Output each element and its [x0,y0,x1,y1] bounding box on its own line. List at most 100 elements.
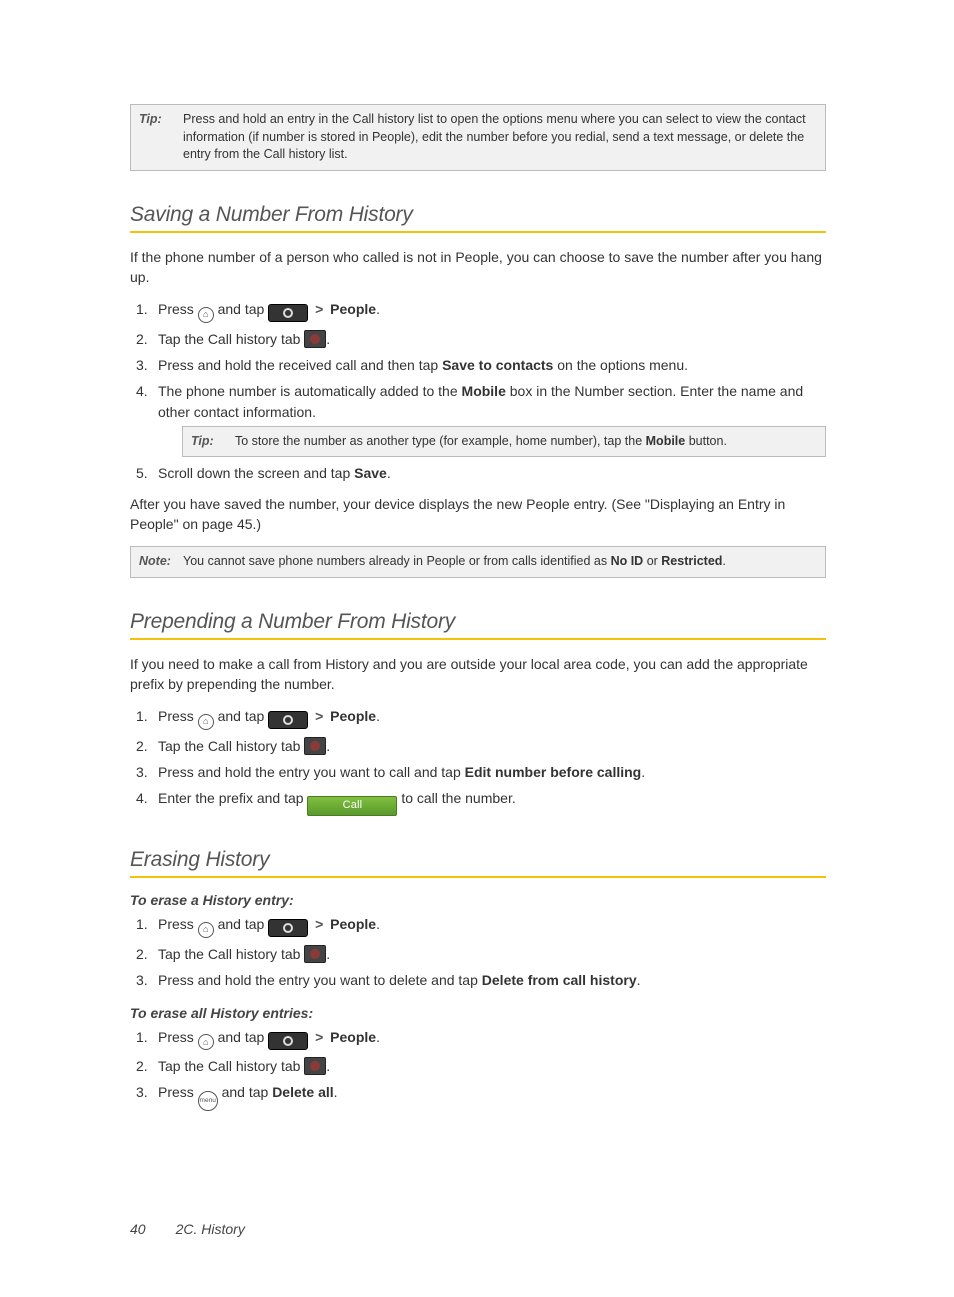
step-text: Press [158,1084,198,1100]
chevron-right-icon: > [312,301,326,317]
step-text: to call the number. [401,790,515,806]
step-text: Press and hold the entry you want to del… [158,972,482,988]
step-text: and tap [218,708,269,724]
step-text: Tap the Call history tab [158,946,304,962]
step-text: . [376,1029,380,1045]
step-text: and tap [218,1029,269,1045]
home-icon: ⌂ [198,922,214,938]
tip-text-part: button. [685,434,727,448]
people-label: People [330,708,376,724]
step-text: . [326,331,330,347]
step-text: and tap [218,301,269,317]
intro-paragraph: If the phone number of a person who call… [130,247,826,288]
button-label: Save [354,465,387,481]
step-item: Press and hold the entry you want to del… [134,970,826,990]
menu-icon: menu [198,1091,218,1111]
step-item: Press and hold the entry you want to cal… [134,762,826,782]
section-title-prepending: Prepending a Number From History [130,610,826,634]
step-item: Press and hold the received call and the… [134,355,826,375]
tip-label: Tip: [191,433,227,451]
steps-list: Press ⌂ and tap > People. Tap the Call h… [130,914,826,990]
app-key-icon [268,1032,308,1050]
step-text: and tap [218,916,269,932]
button-label: Mobile [646,434,686,448]
subheading-erase-all: To erase all History entries: [130,1005,826,1021]
step-item: Tap the Call history tab . [134,944,826,964]
chevron-right-icon: > [312,708,326,724]
people-label: People [330,301,376,317]
call-history-tab-icon [304,945,326,963]
note-term: Restricted [661,554,722,568]
step-item: Scroll down the screen and tap Save. [134,463,826,483]
step-text: Tap the Call history tab [158,1058,304,1074]
note-text-part: You cannot save phone numbers already in… [183,554,611,568]
step-item: Press menu and tap Delete all. [134,1082,826,1111]
note-label: Note: [139,553,175,571]
app-key-icon [268,711,308,729]
tip-text: Press and hold an entry in the Call hist… [183,111,817,164]
step-text: Press and hold the received call and the… [158,357,442,373]
step-text: on the options menu. [553,357,688,373]
home-icon: ⌂ [198,1034,214,1050]
step-item: Tap the Call history tab . [134,736,826,756]
section-title-erasing: Erasing History [130,848,826,872]
step-item: Press ⌂ and tap > People. [134,914,826,938]
step-text: . [637,972,641,988]
step-text: . [376,916,380,932]
people-label: People [330,1029,376,1045]
note-box: Note: You cannot save phone numbers alre… [130,546,826,578]
step-text: Enter the prefix and tap [158,790,307,806]
step-item: Tap the Call history tab . [134,329,826,349]
section-rule [130,231,826,233]
step-text: The phone number is automatically added … [158,383,462,399]
step-text: . [376,301,380,317]
note-text-part: . [722,554,725,568]
people-label: People [330,916,376,932]
note-text: You cannot save phone numbers already in… [183,553,817,571]
step-text: Tap the Call history tab [158,738,304,754]
tip-box-top: Tip: Press and hold an entry in the Call… [130,104,826,171]
step-text: . [326,1058,330,1074]
menu-option-label: Delete all [272,1084,333,1100]
app-key-icon [268,304,308,322]
call-button: Call [307,796,397,816]
menu-option-label: Save to contacts [442,357,553,373]
step-text: Press and hold the entry you want to cal… [158,764,465,780]
section-rule [130,876,826,878]
tip-box-nested: Tip: To store the number as another type… [182,426,826,458]
step-text: Scroll down the screen and tap [158,465,354,481]
document-page: Tip: Press and hold an entry in the Call… [0,0,954,1297]
step-text: Tap the Call history tab [158,331,304,347]
step-text: . [334,1084,338,1100]
intro-paragraph: If you need to make a call from History … [130,654,826,695]
step-text: . [376,708,380,724]
tip-label: Tip: [139,111,175,164]
app-key-icon [268,919,308,937]
step-text: Press [158,1029,198,1045]
menu-option-label: Delete from call history [482,972,637,988]
step-item: The phone number is automatically added … [134,381,826,457]
step-text: Press [158,916,198,932]
section-rule [130,638,826,640]
step-item: Tap the Call history tab . [134,1056,826,1076]
call-history-tab-icon [304,1057,326,1075]
field-label: Mobile [462,383,506,399]
tip-text: To store the number as another type (for… [235,433,817,451]
menu-option-label: Edit number before calling [465,764,642,780]
step-text: Press [158,301,198,317]
note-term: No ID [611,554,644,568]
step-text: . [387,465,391,481]
step-item: Press ⌂ and tap > People. [134,1027,826,1051]
step-item: Press ⌂ and tap > People. [134,706,826,730]
section-title-saving: Saving a Number From History [130,203,826,227]
step-text: Press [158,708,198,724]
home-icon: ⌂ [198,307,214,323]
step-text: . [326,738,330,754]
call-history-tab-icon [304,737,326,755]
step-text: . [641,764,645,780]
steps-list: Press ⌂ and tap > People. Tap the Call h… [130,706,826,816]
steps-list: Press ⌂ and tap > People. Tap the Call h… [130,299,826,484]
step-item: Press ⌂ and tap > People. [134,299,826,323]
outro-paragraph: After you have saved the number, your de… [130,494,826,535]
step-text: and tap [222,1084,273,1100]
